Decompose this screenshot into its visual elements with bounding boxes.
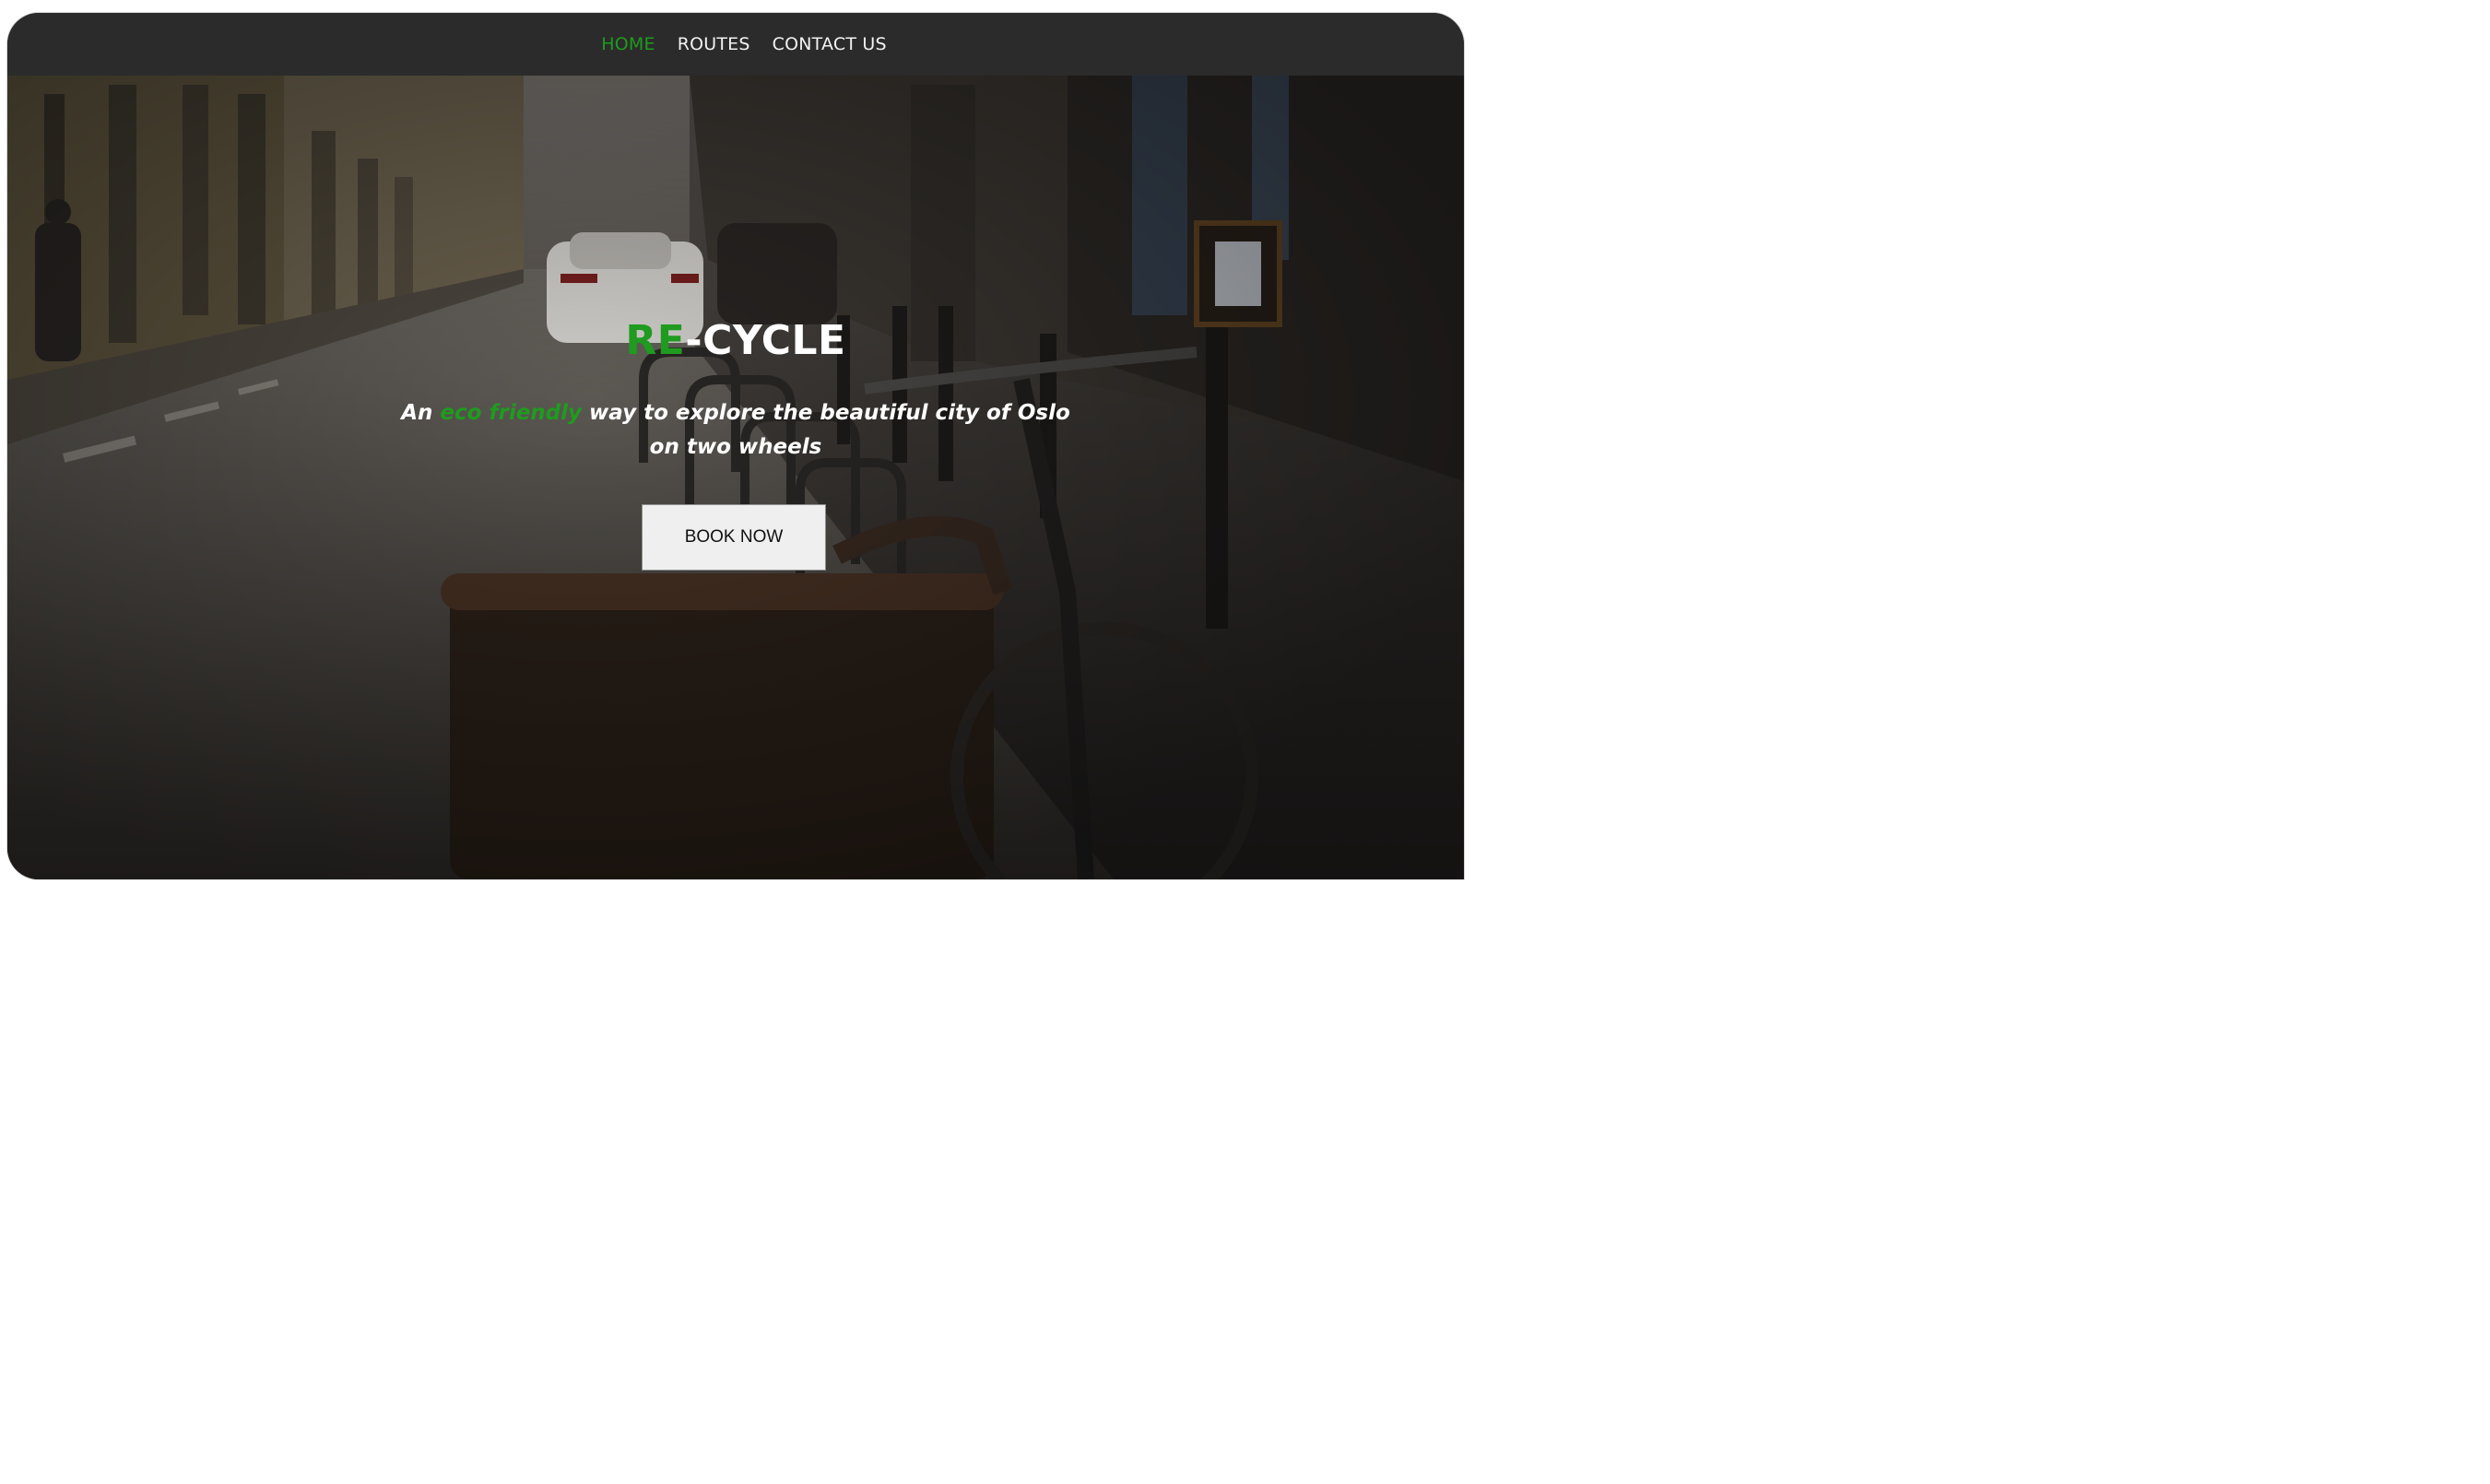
brand-title: RE-CYCLE bbox=[7, 317, 1464, 364]
hero-tagline: An eco friendly way to explore the beaut… bbox=[395, 396, 1077, 465]
hero-section: RE-CYCLE An eco friendly way to explore … bbox=[7, 76, 1464, 879]
brand-title-suffix: -CYCLE bbox=[685, 317, 846, 364]
browser-window: HOME ROUTES CONTACT US RE-CYCLE An eco f… bbox=[7, 13, 1464, 879]
tagline-start: An bbox=[401, 401, 441, 425]
book-now-button[interactable]: BOOK NOW bbox=[642, 504, 826, 571]
nav-contact-link[interactable]: CONTACT US bbox=[773, 34, 887, 54]
tagline-end: way to explore the beautiful city of Osl… bbox=[582, 401, 1070, 459]
nav-routes-link[interactable]: ROUTES bbox=[678, 34, 750, 54]
hero-content: RE-CYCLE An eco friendly way to explore … bbox=[7, 76, 1464, 879]
tagline-highlight: eco friendly bbox=[440, 401, 583, 425]
nav-home-link[interactable]: HOME bbox=[601, 34, 655, 54]
brand-title-prefix: RE bbox=[625, 317, 686, 364]
main-navbar: HOME ROUTES CONTACT US bbox=[7, 13, 1464, 76]
